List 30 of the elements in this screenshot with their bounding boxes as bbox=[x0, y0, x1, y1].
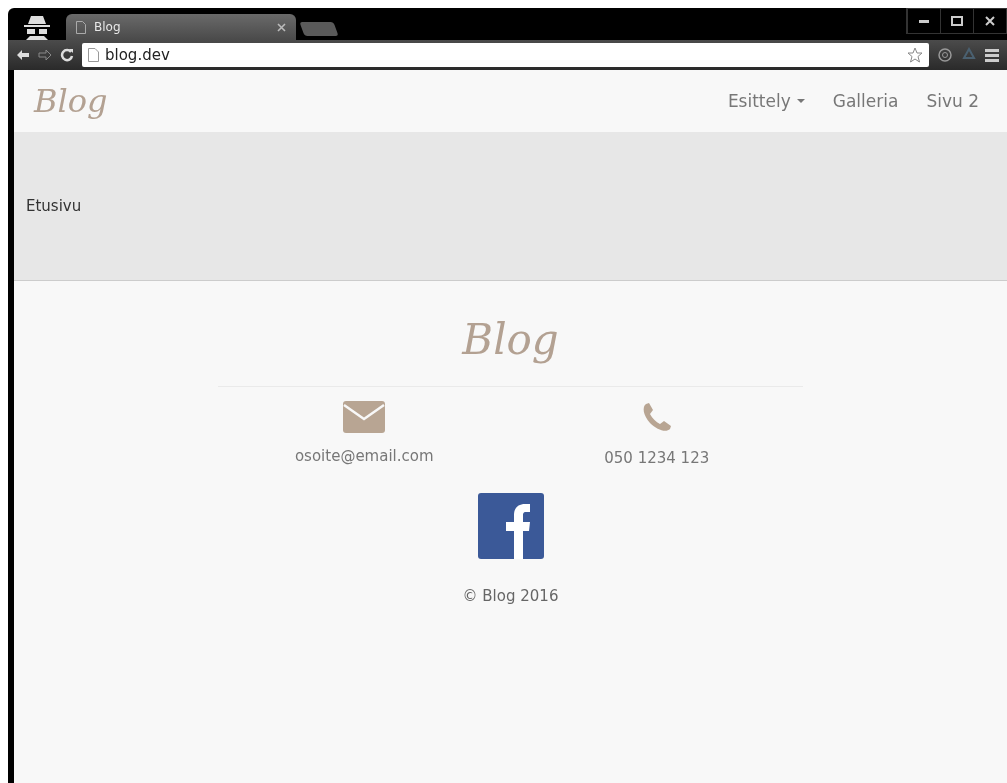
facebook-icon[interactable] bbox=[477, 493, 544, 559]
page-heading: Etusivu bbox=[26, 197, 82, 215]
envelope-icon bbox=[343, 401, 386, 433]
nav-link[interactable]: Galleria bbox=[818, 91, 913, 111]
email-text: osoite@email.com bbox=[294, 447, 434, 465]
copyright-text: © Blog 2016 bbox=[462, 587, 559, 605]
page-icon bbox=[76, 20, 86, 34]
new-tab-button[interactable] bbox=[299, 22, 339, 36]
caret-icon bbox=[796, 98, 805, 104]
close-icon bbox=[985, 16, 995, 26]
close-icon[interactable] bbox=[277, 22, 286, 32]
minimize-icon bbox=[919, 19, 929, 23]
tab-title: Blog bbox=[94, 20, 122, 34]
extension-icon[interactable] bbox=[937, 47, 953, 63]
nav-link[interactable]: Sivu 2 bbox=[912, 91, 993, 111]
reload-icon[interactable] bbox=[60, 48, 74, 62]
footer-logo: Blog bbox=[462, 315, 559, 364]
back-icon[interactable] bbox=[16, 49, 30, 61]
forward-icon[interactable] bbox=[38, 49, 52, 61]
page-icon bbox=[88, 48, 99, 62]
star-icon[interactable] bbox=[907, 47, 923, 63]
url-text: blog.dev bbox=[105, 46, 171, 64]
incognito-icon bbox=[22, 14, 52, 40]
menu-icon[interactable] bbox=[985, 48, 999, 62]
maximize-icon bbox=[951, 16, 963, 26]
browser-tab[interactable]: Blog bbox=[66, 14, 296, 40]
address-bar[interactable]: blog.dev bbox=[82, 43, 929, 67]
brand-logo[interactable]: Blog bbox=[34, 82, 714, 120]
phone-text: 050 1234 123 bbox=[604, 449, 710, 467]
nav-link[interactable]: Esittely bbox=[713, 91, 819, 111]
